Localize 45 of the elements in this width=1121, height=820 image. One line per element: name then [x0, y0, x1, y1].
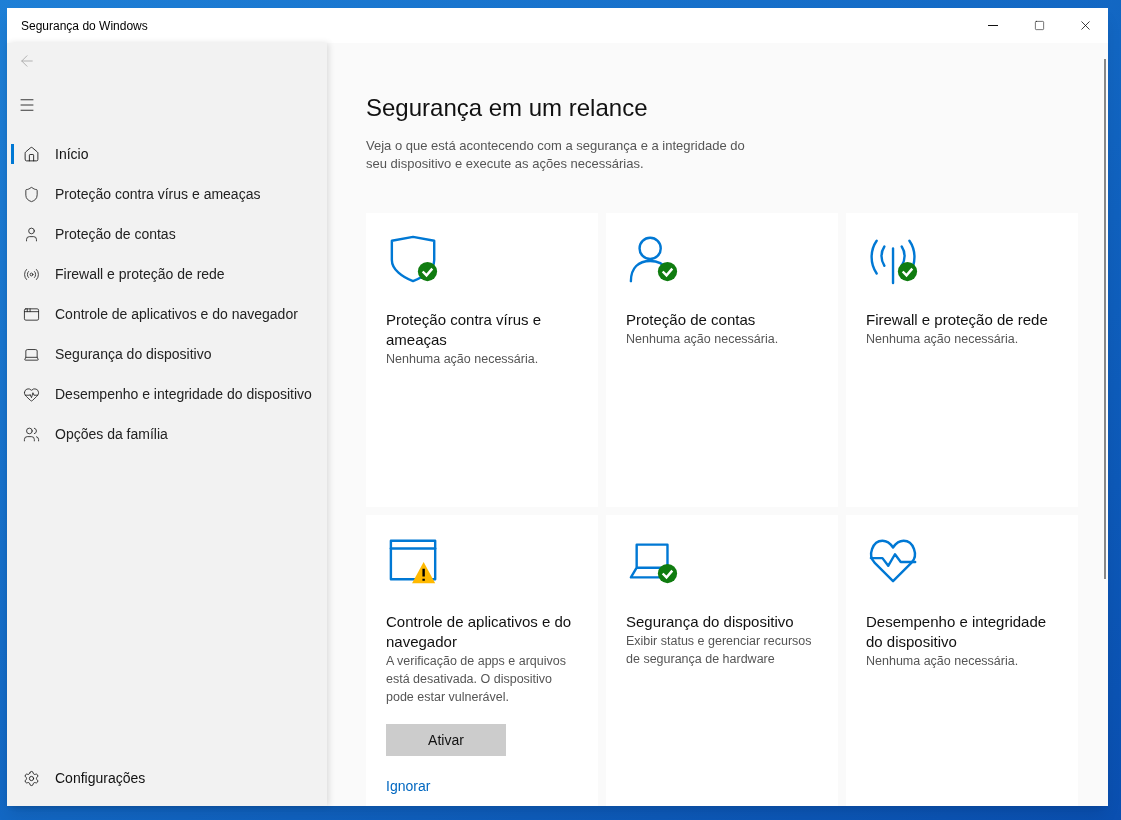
card-title: Segurança do dispositivo	[626, 612, 794, 632]
nav-item[interactable]: Proteção contra vírus e ameaças	[7, 174, 327, 214]
settings-icon	[22, 769, 40, 787]
card-title: Proteção de contas	[626, 310, 756, 330]
nav-item[interactable]: Desempenho e integridade do dispositivo	[7, 374, 327, 414]
card-title: Firewall e proteção de rede	[866, 310, 1048, 330]
shield-icon	[22, 185, 40, 203]
card-title: Controle de aplicativos e do navegador	[386, 612, 573, 652]
card-description: Nenhuma ação necessária.	[866, 331, 1019, 348]
nav-item[interactable]: Segurança do dispositivo	[7, 334, 327, 374]
check-badge-icon	[897, 261, 918, 282]
check-badge-icon	[657, 261, 678, 282]
heart-pulse-icon	[22, 385, 40, 403]
card-description: Nenhuma ação necessária.	[626, 331, 779, 348]
card-description: Nenhuma ação necessária.	[386, 351, 539, 368]
card-description: A verificação de apps e arquivos está desativada. O dispositivo pode estar vulnerável.	[386, 653, 567, 706]
laptop-icon	[629, 543, 669, 579]
ignore-link[interactable]: Ignorar	[386, 776, 431, 797]
nav-item[interactable]: Controle de aplicativos e do navegador	[7, 294, 327, 334]
check-badge-icon	[417, 261, 438, 282]
shield-icon	[390, 235, 436, 283]
browser-window-icon	[22, 305, 40, 323]
warning-badge-icon	[412, 561, 436, 584]
page-description: Veja o que está acontecendo com a segurança e a integridade do seu dispositivo e execute as ações necessárias.	[366, 137, 746, 173]
activate-button[interactable]: Ativar	[386, 724, 506, 756]
home-icon	[22, 145, 40, 163]
settings-item[interactable]: Configurações	[7, 764, 327, 792]
minimize-icon	[988, 25, 998, 26]
antenna-icon	[870, 239, 916, 285]
nav-item[interactable]: Proteção de contas	[7, 214, 327, 254]
menu-icon	[18, 96, 36, 114]
nav-item[interactable]: Opções da família	[7, 414, 327, 454]
nav-item[interactable]: Firewall e proteção de rede	[7, 254, 327, 294]
browser-window-icon	[389, 539, 437, 581]
maximize-icon	[1033, 20, 1045, 31]
card-title: Proteção contra vírus e ameaças	[386, 310, 543, 350]
heart-pulse-icon	[869, 539, 917, 583]
people-icon	[22, 425, 40, 443]
page-title: Segurança em um relance	[366, 93, 649, 123]
nav-item[interactable]: Início	[7, 134, 327, 174]
check-badge-icon	[657, 563, 678, 584]
window-title: Segurança do Windows	[20, 17, 148, 35]
card-description: Exibir status e gerenciar recursos de segurança de hardware	[626, 633, 813, 668]
card-description: Nenhuma ação necessária.	[866, 653, 1019, 670]
card-title: Desempenho e integridade do dispositivo	[866, 612, 1048, 652]
